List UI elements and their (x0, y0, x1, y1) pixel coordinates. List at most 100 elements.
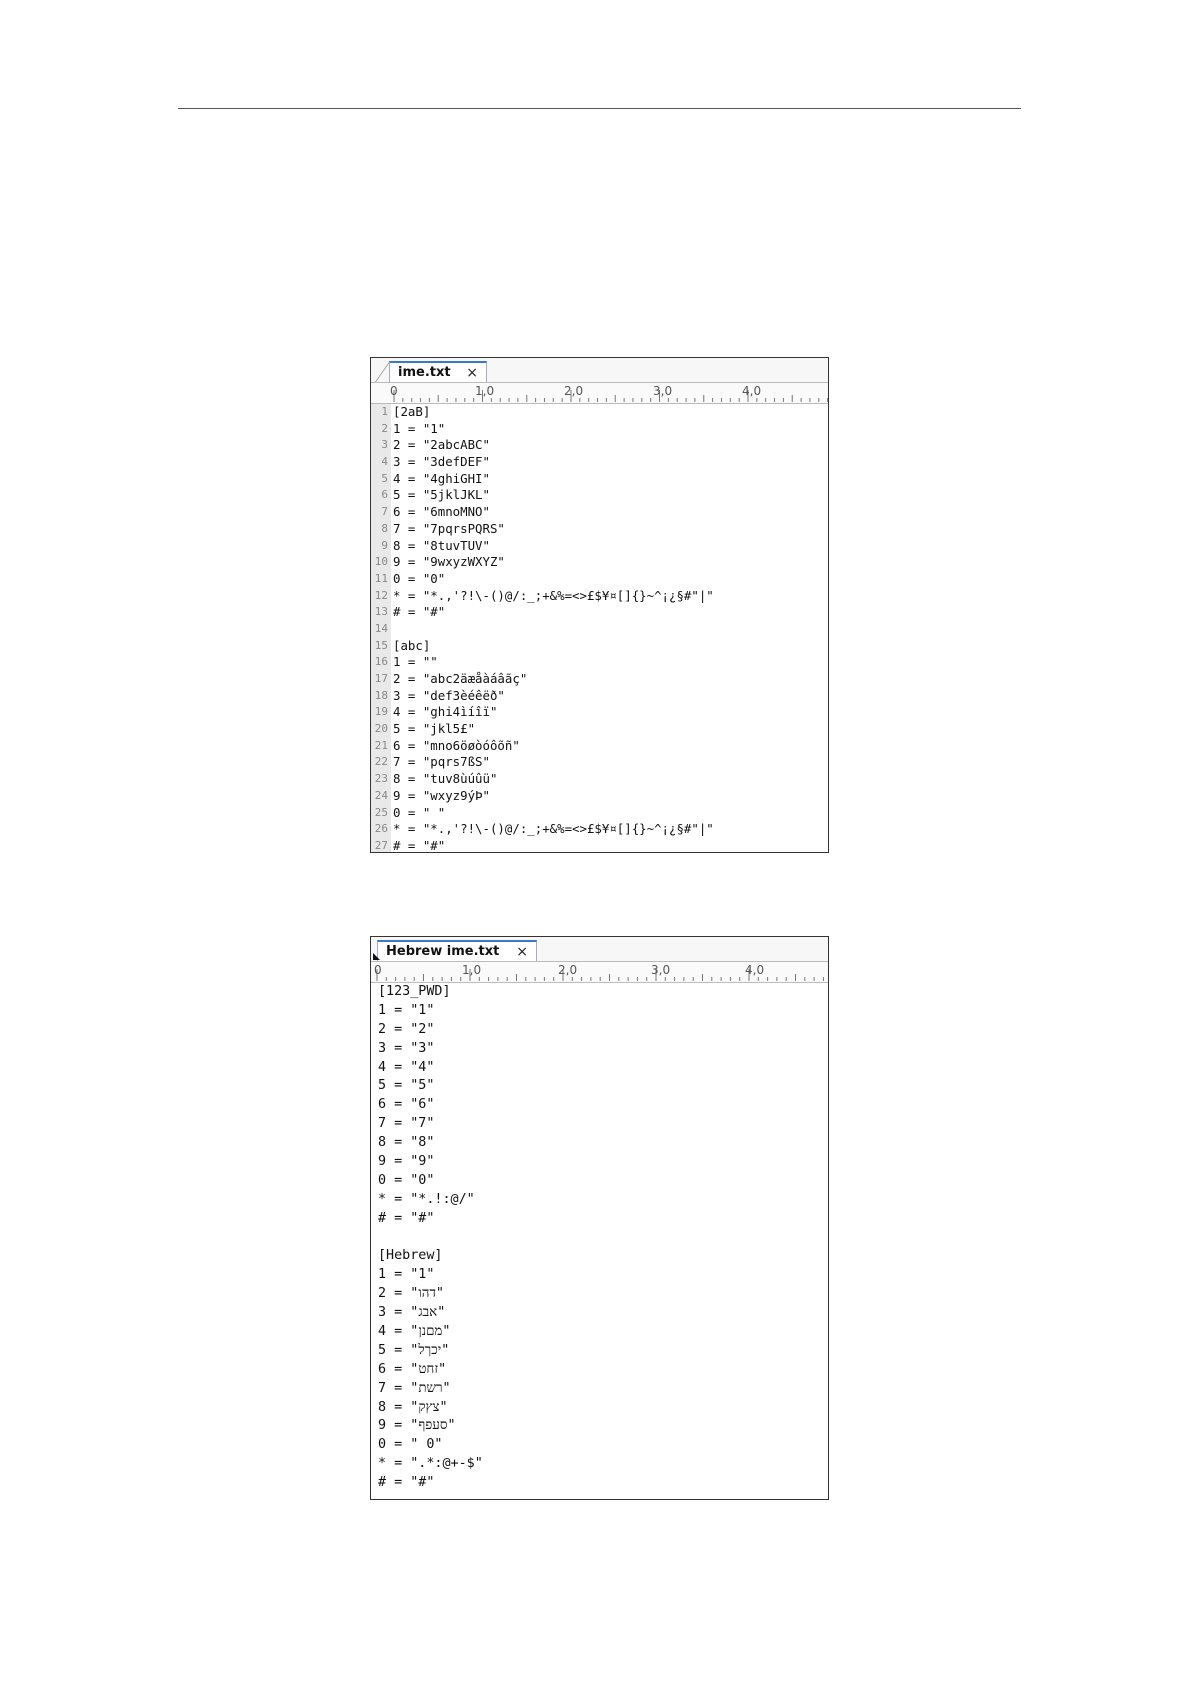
line-text: 9 = "סעפף" (378, 1418, 456, 1434)
ruler-label: 3,0 (651, 963, 671, 977)
line-text: 5 = "jkl5£" (393, 721, 476, 737)
line-text: 6 = "6mnoMNO" (393, 504, 490, 520)
code-line: [123_PWD] (371, 983, 828, 1002)
tab-ime-txt[interactable]: ime.txt × (389, 361, 487, 382)
line-text: [123_PWD] (378, 984, 451, 999)
line-text: 2 = "2" (378, 1021, 435, 1037)
code-line: # = "#" (371, 1210, 828, 1229)
line-number: 6 (371, 487, 391, 505)
ruler-label: 3,0 (653, 384, 673, 398)
tab-bar: Hebrew ime.txt × (371, 937, 828, 962)
code-line: 2 = "דהו" (371, 1285, 828, 1304)
line-number: 21 (371, 737, 391, 755)
line-text: 8 = "8" (378, 1135, 435, 1151)
line-text: 0 = "0" (378, 1172, 435, 1188)
code-line: 17 2 = "abc2äæåàáâãç" (371, 671, 828, 688)
line-number: 24 (371, 787, 391, 805)
code-line: 4 = "4" (371, 1059, 828, 1078)
line-number: 27 (371, 837, 391, 852)
code-line: 1 [2aB] (371, 404, 828, 421)
line-number: 5 (371, 470, 391, 488)
line-text: # = "#" (378, 1475, 435, 1491)
line-text: 2 = "דהו" (378, 1286, 444, 1302)
code-line: 16 1 = "" (371, 654, 828, 671)
line-text: 1 = "" (393, 654, 438, 670)
code-line: 5 = "5" (371, 1077, 828, 1096)
line-text: * = "*.,'?!\-()@/:_;+&%=<>£$¥¤[]{}~^¡¿§#… (393, 821, 714, 837)
code-line: * = ".*:@+-$" (371, 1455, 828, 1474)
line-text: 9 = "9" (378, 1154, 435, 1170)
line-number: 22 (371, 754, 391, 772)
line-text: 7 = "7" (378, 1116, 435, 1132)
code-line: 21 = "1" (371, 420, 828, 438)
line-number: 19 (371, 704, 391, 722)
code-line (371, 1229, 828, 1248)
line-number: 8 (371, 520, 391, 538)
line-text: * = "*.!:@/" (378, 1191, 475, 1207)
line-text: [abc] (393, 637, 431, 653)
line-text: * = "*.,'?!\-()@/:_;+&%=<>£$¥¤[]{}~^¡¿§#… (393, 587, 714, 603)
line-text: 8 = "צץק" (378, 1399, 448, 1415)
code-line: 0 = "0" (371, 1172, 828, 1191)
header-rule (178, 108, 1021, 109)
line-text: [Hebrew] (378, 1248, 443, 1264)
line-number: 11 (371, 570, 391, 588)
corner-marker-icon (373, 953, 380, 960)
line-text: 5 = "5jklJKL" (393, 487, 490, 503)
text-area[interactable]: [123_PWD] 1 = "1" 2 = "2" 3 = "3" 4 = "4" 5 =… (371, 983, 828, 1493)
text-area[interactable]: 1 [2aB] 2 1 = "1" 3 2 = "2abcABC" 4 3 = "3defDE… (371, 404, 828, 852)
line-text: 2 = "abc2äæåàáâãç" (393, 671, 528, 686)
line-text: 3 = "אבג" (378, 1305, 446, 1321)
ruler: 0 1,0 2,0 3,0 4,0 (371, 383, 828, 404)
line-text: * = ".*:@+-$" (378, 1456, 483, 1472)
code-line: 87 = "7pqrsPQRS" (371, 520, 828, 538)
line-text: 8 = "8tuvTUV" (393, 537, 490, 553)
code-line: 21 6 = "mno6öøòóôõñ" (371, 737, 828, 755)
code-line: # = "#" (371, 1474, 828, 1493)
line-text: 0 = " " (393, 804, 446, 820)
code-line: 54 = "4ghiGHI" (371, 470, 828, 488)
code-line: 6 = "6" (371, 1096, 828, 1115)
code-line: 32 = "2abcABC" (371, 437, 828, 455)
line-number: 18 (371, 687, 391, 705)
ruler-label: 4,0 (742, 384, 762, 398)
code-line: 0 = " 0" (371, 1436, 828, 1455)
line-text: 7 = "pqrs7ßS" (393, 754, 490, 770)
ruler-label: 0 (390, 384, 398, 398)
code-line: 65 = "5jklJKL" (371, 487, 828, 505)
line-text (391, 621, 393, 638)
line-number: 14 (371, 620, 391, 638)
close-icon[interactable]: × (516, 944, 528, 960)
code-line: 14 (371, 620, 828, 638)
code-line: 1 = "1" (371, 1266, 828, 1285)
code-line: 12 * = "*.,'?!\-()@/:_;+&%=<>£$¥¤[]{}~^¡¿… (371, 587, 828, 605)
code-line: * = "*.!:@/" (371, 1191, 828, 1210)
line-text: 6 = "זחט" (378, 1361, 447, 1377)
ruler-label: 1,0 (462, 963, 482, 977)
line-number: 23 (371, 771, 391, 788)
line-number: 1 (371, 404, 391, 421)
line-text: 4 = "4" (378, 1059, 435, 1075)
code-line: 15 [abc] (371, 637, 828, 655)
line-text: 0 = " 0" (378, 1437, 443, 1453)
line-text: 1 = "1" (378, 1002, 435, 1018)
line-text: [2aB] (393, 404, 431, 419)
code-line: 9 = "סעפף" (371, 1417, 828, 1436)
ruler-label: 0 (374, 963, 382, 977)
code-line: 10 9 = "9wxyzWXYZ" (371, 554, 828, 571)
editor-ime-txt: ime.txt × 0 1,0 2,0 3,0 4,0 1 [2aB] 2 1 = "… (370, 357, 829, 853)
line-number: 12 (371, 587, 391, 605)
line-text: 3 = "3" (378, 1040, 435, 1056)
code-line: 26 * = "*.,'?!\-()@/:_;+&%=<>£$¥¤[]{}~^¡¿… (371, 821, 828, 838)
close-icon[interactable]: × (466, 365, 478, 381)
line-text: 3 = "3defDEF" (393, 454, 490, 470)
code-line: 76 = "6mnoMNO" (371, 504, 828, 521)
line-text: 3 = "def3èéêëð" (393, 687, 505, 703)
tab-hebrew-ime-txt[interactable]: Hebrew ime.txt × (377, 940, 537, 961)
line-number: 7 (371, 504, 391, 521)
line-number: 2 (371, 420, 391, 438)
code-line: 19 4 = "ghi4ìíîï" (371, 704, 828, 722)
code-line: [Hebrew] (371, 1247, 828, 1266)
line-text: 6 = "6" (378, 1097, 435, 1113)
line-text: 4 = "ghi4ìíîï" (393, 704, 498, 720)
